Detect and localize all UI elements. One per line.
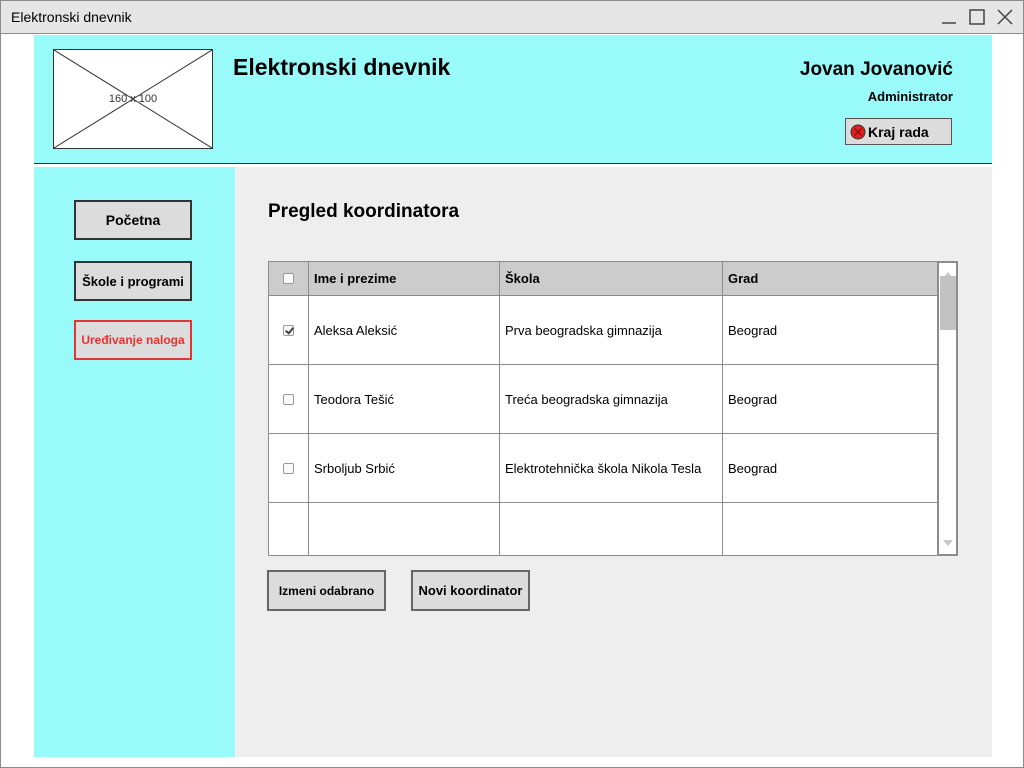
row-checkbox[interactable] — [283, 324, 294, 336]
sidebar-item-home[interactable]: Početna — [74, 200, 192, 240]
app-title: Elektronski dnevnik — [233, 54, 451, 80]
sidebar-item-schools-programs[interactable]: Škole i programi — [74, 261, 192, 301]
table-row[interactable]: Srboljub Srbić Elektrotehnička škola Nik… — [269, 434, 938, 503]
cell-city: Beograd — [728, 391, 778, 407]
page-header: 160 x 100 Elektronski dnevnik Jovan Jova… — [34, 35, 992, 164]
cell-name: Teodora Tešić — [309, 365, 500, 433]
cell-name: Srboljub Srbić — [309, 434, 500, 502]
table-header-row: Ime i prezime Škola Grad — [269, 262, 938, 296]
maximize-icon[interactable] — [967, 7, 987, 27]
user-role: Administrator — [867, 89, 953, 104]
table-row[interactable]: Aleksa Aleksić Prva beogradska gimnazija… — [269, 296, 938, 365]
minimize-icon[interactable] — [939, 7, 959, 27]
row-checkbox[interactable] — [283, 393, 294, 405]
user-name: Jovan Jovanović — [799, 59, 953, 80]
scroll-thumb[interactable] — [940, 276, 957, 330]
new-coordinator-button[interactable]: Novi koordinator — [411, 570, 530, 611]
app-window: Elektronski dnevnik 160 x 100 Elektronsk… — [0, 0, 1024, 768]
column-header-name[interactable]: Ime i prezime — [309, 262, 500, 295]
column-header-school[interactable]: Škola — [500, 262, 723, 295]
cell-school: Treća beogradska gimnazija — [500, 365, 723, 433]
logout-label: Kraj rada — [868, 124, 929, 140]
cell-city: Beograd — [728, 322, 778, 338]
select-all-checkbox[interactable] — [283, 273, 294, 284]
logout-button[interactable]: Kraj rada — [845, 118, 952, 145]
sidebar: Početna Škole i programi Uređivanje nalo… — [34, 167, 235, 757]
row-checkbox[interactable] — [283, 462, 294, 474]
main-content: Pregled koordinatora Ime i prezime Škola… — [236, 167, 992, 757]
stop-icon — [850, 124, 866, 143]
title-bar: Elektronski dnevnik — [1, 1, 1023, 34]
column-header-city[interactable]: Grad — [723, 262, 938, 295]
cell-school: Elektrotehnička škola Nikola Tesla — [500, 434, 723, 502]
table-row-empty — [269, 503, 938, 555]
table-row[interactable]: Teodora Tešić Treća beogradska gimnazija… — [269, 365, 938, 434]
coordinators-table: Ime i prezime Škola Grad Aleksa Aleksić … — [268, 261, 958, 556]
scroll-down-icon[interactable] — [942, 534, 954, 552]
edit-selected-button[interactable]: Izmeni odabrano — [267, 570, 386, 611]
page-title: Pregled koordinatora — [268, 201, 460, 222]
window-title: Elektronski dnevnik — [11, 9, 132, 25]
cell-school: Prva beogradska gimnazija — [500, 296, 723, 364]
cell-name: Aleksa Aleksić — [309, 296, 500, 364]
logo-placeholder: 160 x 100 — [53, 49, 213, 149]
cell-city: Beograd — [728, 460, 778, 476]
table-scrollbar[interactable] — [938, 262, 957, 555]
sidebar-item-account-management[interactable]: Uređivanje naloga — [74, 320, 192, 360]
logo-size-label: 160 x 100 — [108, 93, 158, 105]
close-icon[interactable] — [995, 7, 1015, 27]
